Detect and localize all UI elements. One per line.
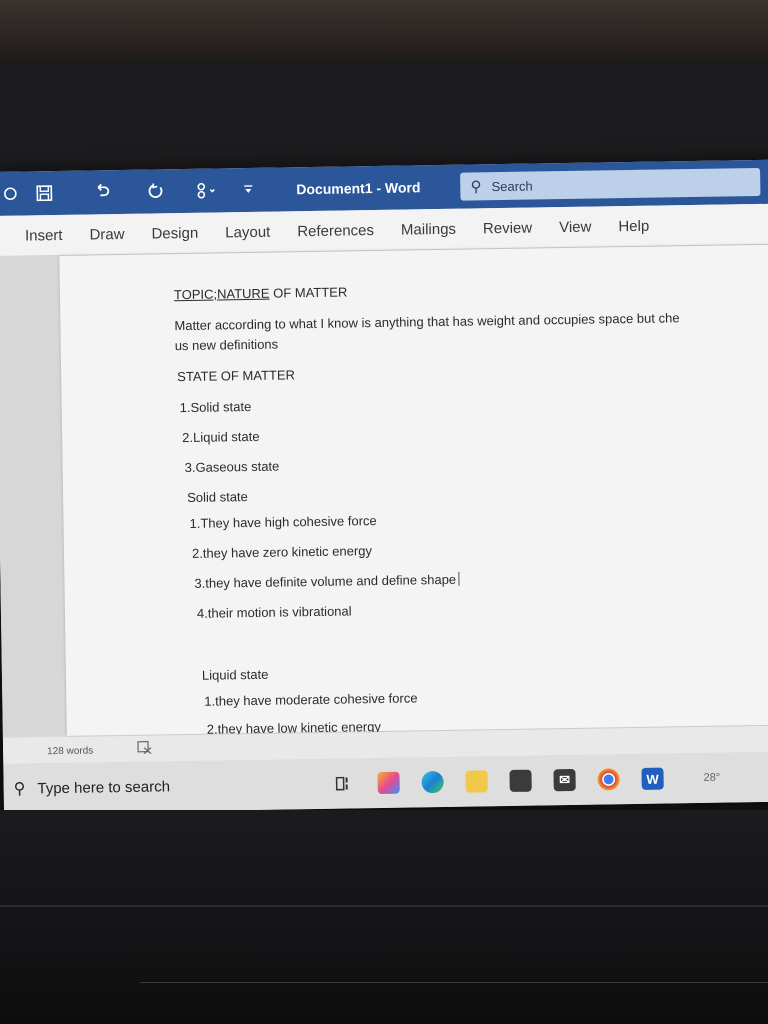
- tab-help[interactable]: Help: [618, 217, 649, 234]
- store-icon[interactable]: [509, 769, 532, 792]
- paragraph-line-2: us new definitions: [174, 336, 279, 354]
- copilot-icon[interactable]: [377, 771, 400, 795]
- autosave-icon[interactable]: [0, 180, 25, 208]
- title-topic: TOPIC;NATURE: [173, 285, 270, 303]
- bezel-edge: [0, 905, 768, 907]
- search-icon: ⚲: [470, 178, 482, 196]
- document-page[interactable]: TOPIC;NATURE OF MATTER Matter according …: [59, 244, 768, 737]
- weather-temperature[interactable]: 28°: [704, 772, 721, 784]
- task-view-icon[interactable]: [333, 772, 355, 794]
- word-icon[interactable]: W: [641, 767, 664, 790]
- proofing-icon[interactable]: [137, 741, 153, 758]
- tab-draw[interactable]: Draw: [89, 225, 124, 243]
- search-box[interactable]: ⚲ Search: [460, 167, 761, 201]
- document-area: TOPIC;NATURE OF MATTER Matter according …: [0, 244, 768, 737]
- screen: Document1 - Word ⚲ Search Insert Draw De…: [0, 159, 768, 814]
- liquid-point: 1.they have moderate cohesive force: [204, 690, 418, 709]
- state-item: 2.Liquid state: [182, 428, 260, 446]
- save-icon[interactable]: [30, 179, 58, 207]
- file-explorer-icon[interactable]: [465, 770, 488, 793]
- solid-point: 3.they have definite volume and define s…: [194, 571, 460, 591]
- tab-mailings[interactable]: Mailings: [401, 220, 456, 238]
- touch-mode-icon[interactable]: [192, 176, 220, 204]
- document-title: TOPIC;NATURE OF MATTER: [174, 284, 348, 302]
- liquid-heading: Liquid state: [201, 666, 269, 683]
- mail-icon[interactable]: ✉: [553, 768, 576, 792]
- text-cursor: [457, 571, 460, 586]
- tab-insert[interactable]: Insert: [25, 226, 63, 244]
- edge-icon[interactable]: [421, 771, 444, 794]
- taskbar-search[interactable]: ⚲ Type here to search: [14, 774, 314, 799]
- chrome-icon[interactable]: [597, 768, 620, 791]
- taskbar-search-placeholder: Type here to search: [37, 777, 171, 797]
- redo-icon[interactable]: [142, 177, 170, 205]
- paragraph-line-1: Matter according to what I know is anyth…: [174, 310, 680, 334]
- tab-view[interactable]: View: [559, 218, 592, 236]
- solid-point: 2.they have zero kinetic energy: [191, 543, 373, 561]
- solid-point: 4.their motion is vibrational: [196, 603, 352, 621]
- states-heading: STATE OF MATTER: [177, 367, 296, 385]
- state-item: 3.Gaseous state: [184, 458, 280, 476]
- tab-references[interactable]: References: [297, 222, 374, 240]
- solid-point-text: 3.they have definite volume and define s…: [194, 571, 457, 591]
- undo-icon[interactable]: [88, 178, 116, 206]
- window-title: Document1 - Word: [296, 179, 421, 198]
- solid-heading: Solid state: [187, 489, 248, 506]
- search-icon: ⚲: [13, 780, 26, 798]
- customize-icon[interactable]: [234, 176, 262, 204]
- bezel-edge: [140, 982, 768, 983]
- tab-review[interactable]: Review: [483, 219, 532, 237]
- search-placeholder: Search: [491, 178, 533, 194]
- word-count[interactable]: 128 words: [47, 746, 93, 758]
- monitor-bezel-bottom: [0, 810, 768, 1024]
- tab-design[interactable]: Design: [151, 224, 198, 242]
- tab-layout[interactable]: Layout: [225, 223, 270, 241]
- solid-point: 1.They have high cohesive force: [189, 513, 377, 531]
- state-item: 1.Solid state: [179, 398, 252, 416]
- title-rest: OF MATTER: [269, 284, 348, 301]
